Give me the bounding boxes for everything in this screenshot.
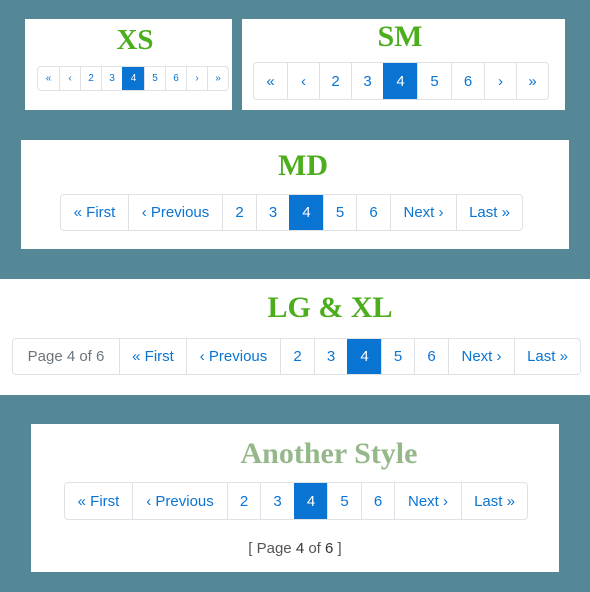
xs-page-3[interactable]: 3 xyxy=(101,67,122,90)
md-heading: MD xyxy=(278,149,328,182)
another-page-5[interactable]: 5 xyxy=(327,483,361,519)
md-next-button[interactable]: Next › xyxy=(390,195,456,230)
xs-next-button[interactable]: › xyxy=(186,67,207,90)
lg-previous-button[interactable]: ‹ Previous xyxy=(186,339,280,374)
another-previous-button[interactable]: ‹ Previous xyxy=(132,483,227,519)
another-page-4-active[interactable]: 4 xyxy=(294,483,327,519)
summary-of: of xyxy=(308,540,321,557)
md-page-6[interactable]: 6 xyxy=(356,195,390,230)
md-last-button[interactable]: Last » xyxy=(456,195,522,230)
another-heading: Another Style xyxy=(240,437,418,470)
sm-first-button[interactable]: « xyxy=(254,63,287,99)
md-pagination: « First ‹ Previous 2 3 4 5 6 Next › Last… xyxy=(60,194,523,231)
another-last-button[interactable]: Last » xyxy=(461,483,527,519)
xs-page-5[interactable]: 5 xyxy=(144,67,165,90)
sm-page-3[interactable]: 3 xyxy=(351,63,383,99)
xs-page-2[interactable]: 2 xyxy=(80,67,101,90)
lg-pagination: Page 4 of 6 « First ‹ Previous 2 3 4 5 6… xyxy=(12,338,581,375)
another-page-6[interactable]: 6 xyxy=(361,483,394,519)
lg-last-button[interactable]: Last » xyxy=(514,339,580,374)
summary-close: ] xyxy=(337,540,342,557)
another-next-button[interactable]: Next › xyxy=(394,483,461,519)
sm-page-5[interactable]: 5 xyxy=(417,63,451,99)
md-first-button[interactable]: « First xyxy=(61,195,128,230)
xs-page-4-active[interactable]: 4 xyxy=(122,67,144,90)
another-page-3[interactable]: 3 xyxy=(260,483,294,519)
lg-page-indicator: Page 4 of 6 xyxy=(27,348,105,365)
md-page-4-active[interactable]: 4 xyxy=(289,195,323,230)
lg-first-button[interactable]: « First xyxy=(119,339,186,374)
sm-next-button[interactable]: › xyxy=(484,63,516,99)
xs-heading: XS xyxy=(116,24,154,56)
another-page-summary: [ Page 4 of 6 ] xyxy=(195,540,395,557)
lg-page-2[interactable]: 2 xyxy=(280,339,314,374)
sm-page-4-active[interactable]: 4 xyxy=(383,63,417,99)
summary-current-page: 4 xyxy=(295,540,305,557)
md-page-3[interactable]: 3 xyxy=(256,195,289,230)
lg-page-3[interactable]: 3 xyxy=(314,339,347,374)
sm-page-2[interactable]: 2 xyxy=(319,63,351,99)
xs-first-button[interactable]: « xyxy=(38,67,59,90)
md-previous-button[interactable]: ‹ Previous xyxy=(128,195,222,230)
sm-heading: SM xyxy=(377,20,423,53)
another-first-button[interactable]: « First xyxy=(65,483,132,519)
xs-page-6[interactable]: 6 xyxy=(165,67,186,90)
sm-pagination: « ‹ 2 3 4 5 6 › » xyxy=(253,62,549,100)
lg-page-6[interactable]: 6 xyxy=(414,339,448,374)
lg-page-5[interactable]: 5 xyxy=(381,339,414,374)
md-page-5[interactable]: 5 xyxy=(323,195,356,230)
sm-page-6[interactable]: 6 xyxy=(451,63,484,99)
lg-page-4-active[interactable]: 4 xyxy=(347,339,381,374)
sm-last-button[interactable]: » xyxy=(516,63,548,99)
another-pagination: « First ‹ Previous 2 3 4 5 6 Next › Last… xyxy=(64,482,528,520)
xs-pagination: « ‹ 2 3 4 5 6 › » xyxy=(37,66,229,91)
summary-open: [ Page xyxy=(248,540,292,557)
lg-heading: LG & XL xyxy=(267,291,393,324)
xs-prev-button[interactable]: ‹ xyxy=(59,67,80,90)
md-page-2[interactable]: 2 xyxy=(222,195,256,230)
summary-total-pages: 6 xyxy=(325,540,334,557)
xs-last-button[interactable]: » xyxy=(207,67,228,90)
sm-prev-button[interactable]: ‹ xyxy=(287,63,319,99)
another-page-2[interactable]: 2 xyxy=(227,483,260,519)
lg-next-button[interactable]: Next › xyxy=(448,339,514,374)
